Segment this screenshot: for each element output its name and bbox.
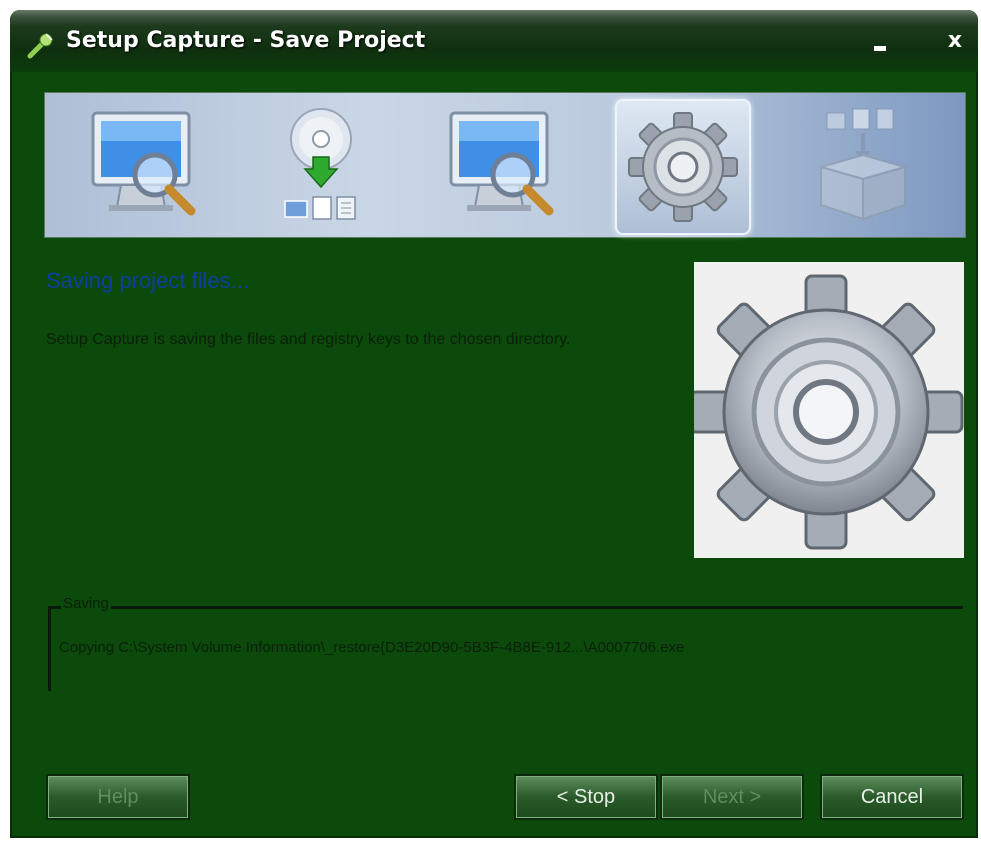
step-5-package-box-files-icon: [797, 99, 929, 231]
current-action-text: Copying C:\System Volume Information\_re…: [59, 639, 685, 656]
help-button[interactable]: Help: [46, 774, 190, 820]
step-3-monitor-magnifier-icon: [439, 99, 571, 231]
step-2-disc-download-files-icon: [255, 99, 387, 231]
large-gear-icon: [688, 274, 964, 550]
saving-group-box: Saving Copying C:\System Volume Informat…: [48, 595, 963, 691]
page-heading: Saving project files...: [46, 268, 249, 293]
step-4-gear-icon: [615, 99, 751, 235]
step-1-monitor-magnifier-icon: [81, 99, 213, 231]
cancel-button[interactable]: Cancel: [820, 774, 964, 820]
setup-capture-window: Setup Capture - Save Project x Saving pr…: [10, 10, 978, 838]
group-label: Saving: [61, 595, 111, 612]
stop-button[interactable]: < Stop: [514, 774, 658, 820]
page-description: Setup Capture is saving the files and re…: [46, 331, 571, 348]
next-button[interactable]: Next >: [660, 774, 804, 820]
window-title: Setup Capture - Save Project: [66, 28, 426, 53]
title-bar[interactable]: Setup Capture - Save Project x: [10, 10, 978, 72]
gear-illustration: [688, 262, 964, 558]
app-icon: [27, 33, 53, 59]
wizard-steps-banner: [44, 92, 966, 238]
minimize-icon[interactable]: [868, 32, 894, 58]
close-button[interactable]: x: [940, 24, 970, 58]
